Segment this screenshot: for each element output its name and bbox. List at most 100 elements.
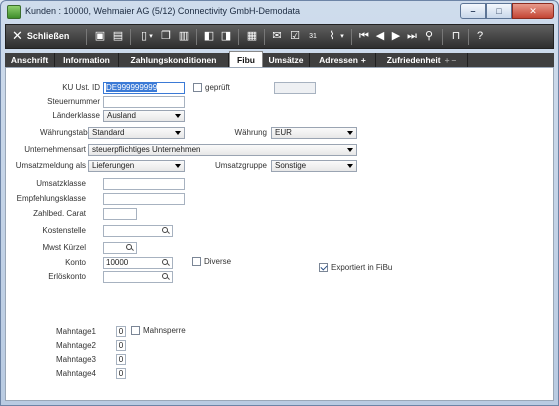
tab-zahlungskonditionen[interactable]: Zahlungskonditionen — [119, 53, 229, 67]
chevron-down-icon — [175, 131, 181, 135]
chevron-down-icon — [175, 164, 181, 168]
empfehlungsklasse-label: Empfehlungsklasse — [16, 194, 86, 203]
help-icon[interactable]: ? — [474, 30, 486, 43]
umsatzmeldung-label: Umsatzmeldung als — [15, 161, 86, 170]
new-record-icon[interactable]: ▣ — [94, 30, 106, 43]
mahntage4-field[interactable]: 0 — [116, 368, 126, 379]
waehrung-dropdown[interactable]: EUR — [271, 127, 357, 139]
exportiert-fibu-checkbox[interactable] — [319, 263, 328, 272]
unternehmensart-label: Unternehmensart — [24, 145, 86, 154]
mahntage1-field[interactable]: 0 — [116, 326, 126, 337]
unternehmensart-dropdown[interactable]: steuerpflichtiges Unternehmen — [88, 144, 357, 156]
toolbar-separator — [468, 29, 469, 45]
search-icon[interactable] — [162, 259, 170, 267]
add-icon[interactable]: + — [361, 55, 366, 65]
umsatzgruppe-dropdown[interactable]: Sonstige — [271, 160, 357, 172]
zahlbed-carat-field[interactable] — [103, 208, 137, 220]
erloeskonto-field[interactable] — [103, 271, 173, 283]
empfehlungsklasse-field[interactable] — [103, 193, 185, 205]
chevron-down-icon[interactable]: ▾ — [338, 30, 346, 43]
app-icon — [7, 5, 21, 19]
mahntage3-label: Mahntage3 — [55, 355, 96, 364]
toolbar-separator — [351, 29, 352, 45]
close-window-button[interactable]: ✕ — [512, 3, 554, 19]
search-icon[interactable]: ⚲ — [423, 30, 435, 43]
chevron-down-icon — [347, 131, 353, 135]
task-check-icon[interactable]: ☑ — [289, 30, 301, 43]
delete-icon[interactable]: ▥ — [178, 30, 190, 43]
tab-umsaetze[interactable]: Umsätze — [263, 53, 310, 67]
fibu-panel: KU Ust. ID DE999999999 geprüft Steuernum… — [5, 67, 554, 401]
tab-label: Anschrift — [10, 55, 49, 65]
last-record-icon[interactable]: ⏭ — [406, 30, 418, 43]
minimize-button[interactable]: – — [460, 3, 486, 19]
mahntage2-field[interactable]: 0 — [116, 340, 126, 351]
laenderklasse-dropdown[interactable]: Ausland — [103, 110, 185, 122]
umsatzmeldung-dropdown[interactable]: Lieferungen — [88, 160, 185, 172]
laenderklasse-value: Ausland — [107, 111, 136, 120]
tab-information[interactable]: Information — [55, 53, 119, 67]
steuernummer-label: Steuernummer — [47, 97, 100, 106]
window-title: Kunden : 10000, Wehmaier AG (5/12) Conne… — [25, 6, 300, 16]
copy-icon[interactable]: ❐ — [160, 30, 172, 43]
chevron-down-icon — [347, 164, 353, 168]
mwst-kuerzel-field[interactable] — [103, 242, 137, 254]
export-icon[interactable]: ◨ — [220, 30, 232, 43]
toolbar-separator — [196, 29, 197, 45]
mahnsperre-checkbox[interactable] — [131, 326, 140, 335]
diverse-label: Diverse — [204, 257, 232, 266]
tab-label: Fibu — [237, 55, 255, 65]
tab-label: Zahlungskonditionen — [130, 55, 217, 65]
next-record-icon[interactable]: ▶ — [390, 30, 402, 43]
import-icon[interactable]: ◧ — [203, 30, 215, 43]
chevron-down-icon[interactable]: ▾ — [147, 30, 155, 43]
mahntage4-label: Mahntage4 — [55, 369, 96, 378]
tab-adressen[interactable]: Adressen + — [310, 53, 376, 67]
steuernummer-field[interactable] — [103, 96, 185, 108]
umsatzmeldung-value: Lieferungen — [92, 161, 135, 170]
mahntage1-label: Mahntage1 — [55, 327, 96, 336]
tab-anschrift[interactable]: Anschrift — [5, 53, 55, 67]
customer-window: Kunden : 10000, Wehmaier AG (5/12) Conne… — [0, 0, 559, 406]
konto-value: 10000 — [106, 258, 129, 267]
add-icon[interactable]: + — [445, 55, 450, 65]
search-icon[interactable] — [162, 273, 170, 281]
attachment-icon[interactable]: ⌇ — [326, 30, 338, 43]
umsatzklasse-field[interactable] — [103, 178, 185, 190]
waehrung-label: Währung — [234, 128, 267, 137]
geprueft-checkbox[interactable] — [193, 83, 202, 92]
previous-record-icon[interactable]: ◀ — [374, 30, 386, 43]
first-record-icon[interactable]: ⏮ — [358, 30, 370, 43]
toolbar-separator — [238, 29, 239, 45]
window-controls: – □ ✕ — [460, 3, 554, 19]
toolbar: ✕ Schließen ▣ ▤ ▯ ▾ ❐ ▥ ◧ ◨ ▦ ✉ ☑ 31 ⌇ ▾… — [5, 24, 554, 49]
lock-icon[interactable]: ⊓ — [450, 30, 462, 43]
tab-label: Zufriedenheit — [386, 55, 441, 65]
maximize-button[interactable]: □ — [486, 3, 512, 19]
chevron-down-icon — [347, 148, 353, 152]
print-icon[interactable]: ▦ — [246, 30, 258, 43]
kostenstelle-field[interactable] — [103, 225, 173, 237]
ku-ust-id-label: KU Ust. ID — [62, 83, 100, 92]
calendar-icon[interactable]: 31 — [307, 30, 319, 43]
waehrungstabelle-dropdown[interactable]: Standard — [88, 127, 185, 139]
close-button[interactable]: ✕ Schließen — [12, 29, 69, 42]
tab-fibu[interactable]: Fibu — [229, 51, 263, 67]
mwst-kuerzel-label: Mwst Kürzel — [42, 243, 86, 252]
konto-field[interactable]: 10000 — [103, 257, 173, 269]
save-icon[interactable]: ▤ — [112, 30, 124, 43]
ku-ust-id-field[interactable]: DE999999999 — [103, 82, 185, 94]
search-icon[interactable] — [162, 227, 170, 235]
mail-icon[interactable]: ✉ — [271, 30, 283, 43]
geprueft-date-field — [274, 82, 316, 94]
mahntage3-field[interactable]: 0 — [116, 354, 126, 365]
kostenstelle-label: Kostenstelle — [42, 226, 86, 235]
toolbar-separator — [130, 29, 131, 45]
toolbar-separator — [264, 29, 265, 45]
tab-zufriedenheit[interactable]: Zufriedenheit + – — [376, 53, 468, 67]
search-icon[interactable] — [126, 244, 134, 252]
diverse-checkbox[interactable] — [192, 257, 201, 266]
geprueft-label: geprüft — [205, 83, 230, 92]
remove-icon[interactable]: – — [452, 55, 457, 65]
erloeskonto-label: Erlöskonto — [48, 272, 86, 281]
